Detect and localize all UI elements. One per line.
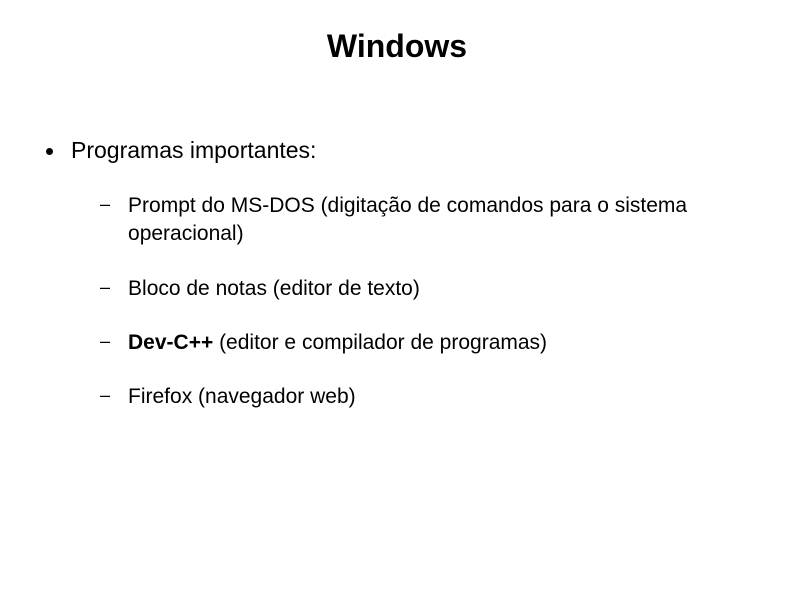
sublist-item: – Dev-C++ (editor e compilador de progra…: [100, 329, 754, 357]
dash-icon: –: [100, 329, 110, 353]
sublist-item: – Prompt do MS-DOS (digitação de comando…: [100, 192, 754, 249]
list-item: Programas importantes:: [46, 137, 754, 164]
list-item-text: Programas importantes:: [71, 137, 316, 164]
sublist-item: – Firefox (navegador web): [100, 383, 754, 411]
dash-icon: –: [100, 383, 110, 407]
sublist-item-text: Firefox (navegador web): [128, 383, 356, 411]
dash-icon: –: [100, 275, 110, 299]
sublist-item-text: Bloco de notas (editor de texto): [128, 275, 420, 303]
bullet-icon: [46, 148, 53, 155]
content-area: Programas importantes: – Prompt do MS-DO…: [0, 65, 794, 412]
sublist-item-text: Prompt do MS-DOS (digitação de comandos …: [128, 192, 754, 249]
sublist-item-text: Dev-C++ (editor e compilador de programa…: [128, 329, 547, 357]
slide-title: Windows: [0, 0, 794, 65]
sublist: – Prompt do MS-DOS (digitação de comando…: [46, 192, 754, 412]
sublist-item: – Bloco de notas (editor de texto): [100, 275, 754, 303]
dash-icon: –: [100, 192, 110, 216]
